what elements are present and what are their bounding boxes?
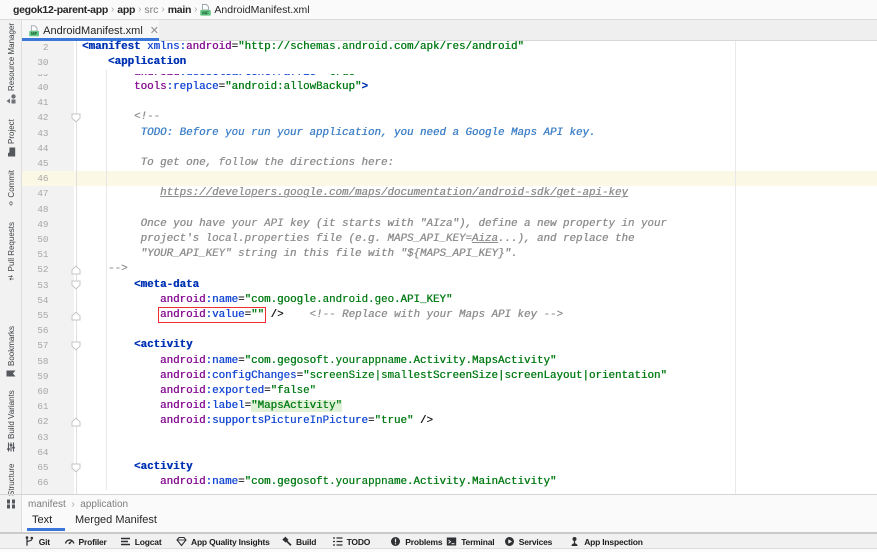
- svg-text:MF: MF: [203, 10, 210, 15]
- svg-text:MF: MF: [31, 31, 38, 36]
